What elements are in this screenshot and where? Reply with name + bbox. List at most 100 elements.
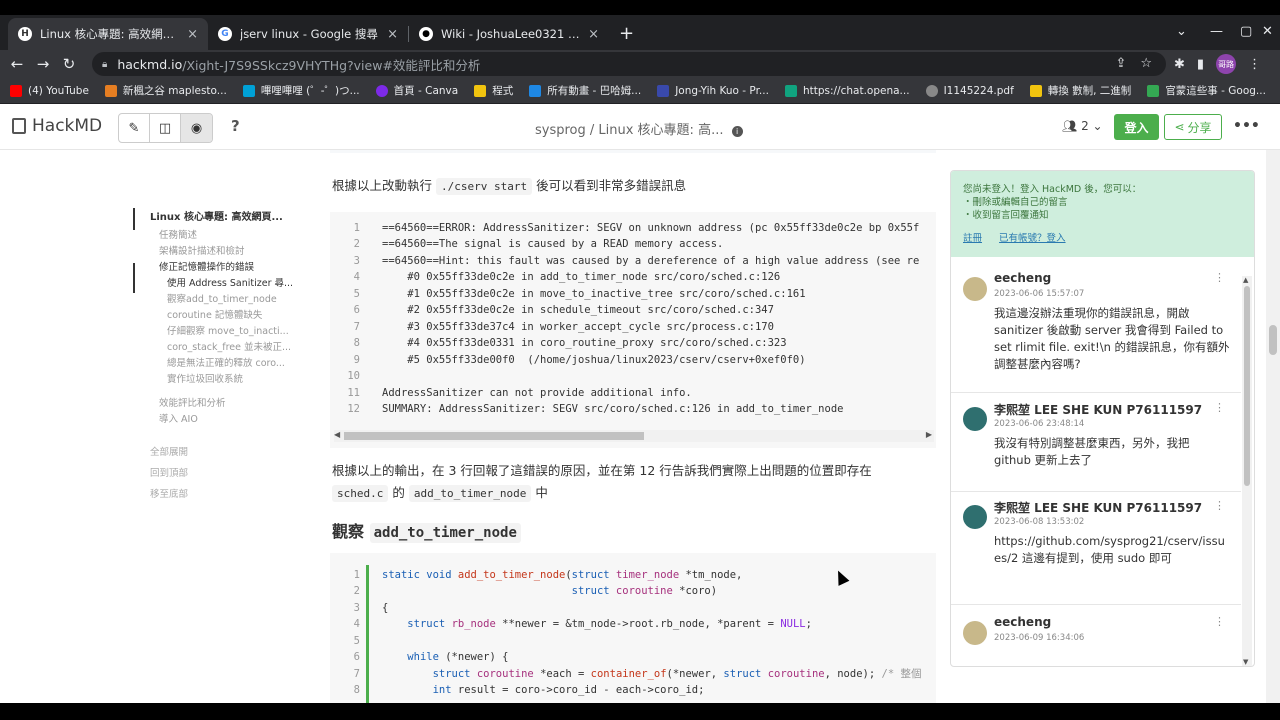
- close-window-icon[interactable]: ✕: [1262, 24, 1273, 39]
- bookmark-star-icon[interactable]: ☆: [1140, 56, 1152, 71]
- notice-text: ・收到留言回覆通知: [963, 210, 1049, 221]
- bookmark-converter[interactable]: 轉換 數制, 二進制: [1029, 83, 1131, 98]
- bookmark-profile[interactable]: Jong-Yih Kuo - Pr...: [657, 84, 769, 97]
- toc-item[interactable]: coroutine 記憶體缺失: [133, 308, 303, 324]
- bookmark-youtube[interactable]: (4) YouTube: [10, 84, 89, 97]
- tab-github-wiki[interactable]: ● Wiki - JoshuaLee0321 (李熙堃) ×: [409, 18, 609, 50]
- code-line: 10: [347, 370, 360, 382]
- sidepanel-icon[interactable]: ▮: [1197, 57, 1204, 72]
- close-icon[interactable]: ×: [387, 27, 398, 42]
- comment-menu-icon[interactable]: ⋮: [1214, 615, 1225, 628]
- info-icon[interactable]: i: [731, 126, 743, 137]
- chevron-down-icon[interactable]: ⌄: [1176, 24, 1187, 39]
- login-button[interactable]: 登入: [1114, 114, 1159, 140]
- share-page-icon[interactable]: ⇪: [1115, 56, 1126, 71]
- back-icon[interactable]: ←: [4, 55, 30, 73]
- code-line: 9 #5 0x55ff33de00f0 (/home/joshua/linux2…: [353, 354, 806, 366]
- arrow-down-icon[interactable]: ▼: [1243, 658, 1248, 666]
- bookmark-label: I1145224.pdf: [943, 84, 1014, 97]
- bookmark-label: https://chat.opena...: [802, 84, 910, 97]
- view-mode-group: ✎ ◫ ◉: [118, 113, 213, 143]
- kebab-menu-icon[interactable]: ⋮: [1248, 57, 1261, 72]
- bookmark-folder-code[interactable]: 程式: [474, 83, 513, 98]
- hackmd-logo[interactable]: HackMD: [12, 116, 102, 136]
- help-button[interactable]: ?: [231, 117, 240, 135]
- document-content: 根據以上改動執行 ./cserv start 後可以看到非常多錯誤訊息 1 ==6…: [330, 150, 938, 703]
- users-icon: 👥︎: [1062, 119, 1078, 133]
- arrow-left-icon[interactable]: ◀: [334, 430, 340, 439]
- toc-back-to-top[interactable]: 回到頂部: [133, 463, 303, 484]
- address-bar[interactable]: 🔒︎ hackmd.io/Xight-J7S9SSkcz9VHYTHg?view…: [92, 52, 1166, 76]
- comment-menu-icon[interactable]: ⋮: [1214, 499, 1225, 512]
- register-link[interactable]: 註冊: [963, 233, 982, 244]
- toc-item[interactable]: Linux 核心專題: 高效網頁...: [133, 208, 303, 228]
- bookmark-label: 新楓之谷 maplesto...: [122, 85, 227, 97]
- avatar: [963, 621, 987, 645]
- toc-item[interactable]: 使用 Address Sanitizer 尋...: [133, 276, 303, 292]
- extensions-icon[interactable]: ✱: [1174, 57, 1185, 72]
- forward-icon[interactable]: →: [30, 55, 56, 73]
- tab-google[interactable]: G jserv linux - Google 搜尋 ×: [208, 18, 408, 50]
- arrow-up-icon[interactable]: ▲: [1243, 276, 1248, 284]
- toc-go-to-bottom[interactable]: 移至底部: [133, 484, 303, 505]
- code-line: 2 struct coroutine *coro): [353, 585, 718, 597]
- login-link[interactable]: 已有帳號？登入: [999, 233, 1066, 244]
- bookmark-bilibili[interactable]: 嗶哩嗶哩 (゜-゜)つ...: [242, 83, 360, 98]
- scrollbar-thumb[interactable]: [344, 432, 644, 440]
- converter-icon: [1029, 84, 1042, 97]
- hackmd-icon: H: [18, 27, 32, 41]
- section-heading: 觀察 add_to_timer_node: [332, 518, 521, 543]
- split-mode-button[interactable]: ◫: [150, 114, 181, 142]
- toc-item[interactable]: 仔細觀察 move_to_inacti...: [133, 324, 303, 340]
- maximize-icon[interactable]: ▢: [1240, 24, 1252, 39]
- reload-icon[interactable]: ↻: [56, 55, 82, 73]
- toc-item[interactable]: 總是無法正確的釋放 coro...: [133, 356, 303, 372]
- bookmark-canva[interactable]: 首頁 - Canva: [375, 83, 458, 98]
- scrollbar-thumb[interactable]: [1269, 325, 1277, 355]
- arrow-right-icon[interactable]: ▶: [926, 430, 932, 439]
- bookmark-chatgpt[interactable]: https://chat.opena...: [784, 84, 910, 97]
- edit-mode-button[interactable]: ✎: [119, 114, 150, 142]
- minimize-icon[interactable]: —: [1210, 24, 1223, 39]
- comments-scrollbar[interactable]: ▲ ▼: [1242, 276, 1252, 666]
- online-users[interactable]: 👥︎ 2 ⌄: [1062, 119, 1103, 133]
- toc-item[interactable]: 修正記憶體操作的錯誤: [133, 260, 303, 276]
- comment-author: eecheng: [994, 271, 1052, 285]
- text: 的: [392, 485, 405, 500]
- comment-date: 2023-06-08 13:53:02: [994, 517, 1085, 527]
- toc-item[interactable]: coro_stack_free 並未被正...: [133, 340, 303, 356]
- new-tab-button[interactable]: +: [619, 23, 634, 44]
- comment-menu-icon[interactable]: ⋮: [1214, 271, 1225, 284]
- toc-item[interactable]: 實作垃圾回收系統: [133, 372, 303, 388]
- toc-item[interactable]: 導入 AIO: [133, 412, 303, 428]
- tab-hackmd[interactable]: H Linux 核心專題: 高效網頁伺服器 ×: [8, 18, 208, 50]
- close-icon[interactable]: ×: [588, 27, 599, 42]
- comments-panel: 您尚未登入！登入 HackMD 後，您可以： ・刪除或編輯自己的留言 ・收到留言…: [950, 170, 1255, 667]
- comment-menu-icon[interactable]: ⋮: [1214, 401, 1225, 414]
- toc-item[interactable]: 效能評比和分析: [133, 396, 303, 412]
- avatar: [963, 407, 987, 431]
- comment-author: 李熙堃 LEE SHE KUN P76111597: [994, 403, 1203, 417]
- bookmark-bahamut[interactable]: 所有動畫 - 巴哈姆...: [529, 83, 641, 98]
- toc-item[interactable]: 任務簡述: [133, 228, 303, 244]
- toc-item[interactable]: 觀察add_to_timer_node: [133, 292, 303, 308]
- avatar[interactable]: 哥路: [1216, 54, 1237, 74]
- comment-date: 2023-06-09 16:34:06: [994, 633, 1085, 643]
- toc-item[interactable]: 架構設計描述和檢討: [133, 244, 303, 260]
- toc-expand-all[interactable]: 全部展開: [133, 442, 303, 463]
- bookmark-pdf[interactable]: I1145224.pdf: [925, 84, 1014, 97]
- horizontal-scrollbar[interactable]: ◀ ▶: [334, 430, 934, 442]
- more-menu-icon[interactable]: •••: [1233, 118, 1260, 134]
- maple-icon: [104, 84, 117, 97]
- code-line: 8 #4 0x55ff33de0331 in coro_routine_prox…: [353, 337, 787, 349]
- lock-icon: 🔒︎: [102, 58, 108, 70]
- share-button[interactable]: ⋖ 分享: [1164, 114, 1222, 140]
- page-scrollbar[interactable]: [1266, 150, 1280, 703]
- login-notice: 您尚未登入！登入 HackMD 後，您可以： ・刪除或編輯自己的留言 ・收到留言…: [951, 171, 1254, 257]
- close-icon[interactable]: ×: [187, 27, 198, 42]
- scrollbar-thumb[interactable]: [1244, 286, 1250, 486]
- view-mode-button[interactable]: ◉: [181, 114, 212, 142]
- bookmark-google-drive[interactable]: 官蒙這些事 - Goog...: [1147, 83, 1266, 98]
- bookmark-maplestory[interactable]: 新楓之谷 maplesto...: [104, 83, 227, 98]
- github-icon: ●: [419, 27, 433, 41]
